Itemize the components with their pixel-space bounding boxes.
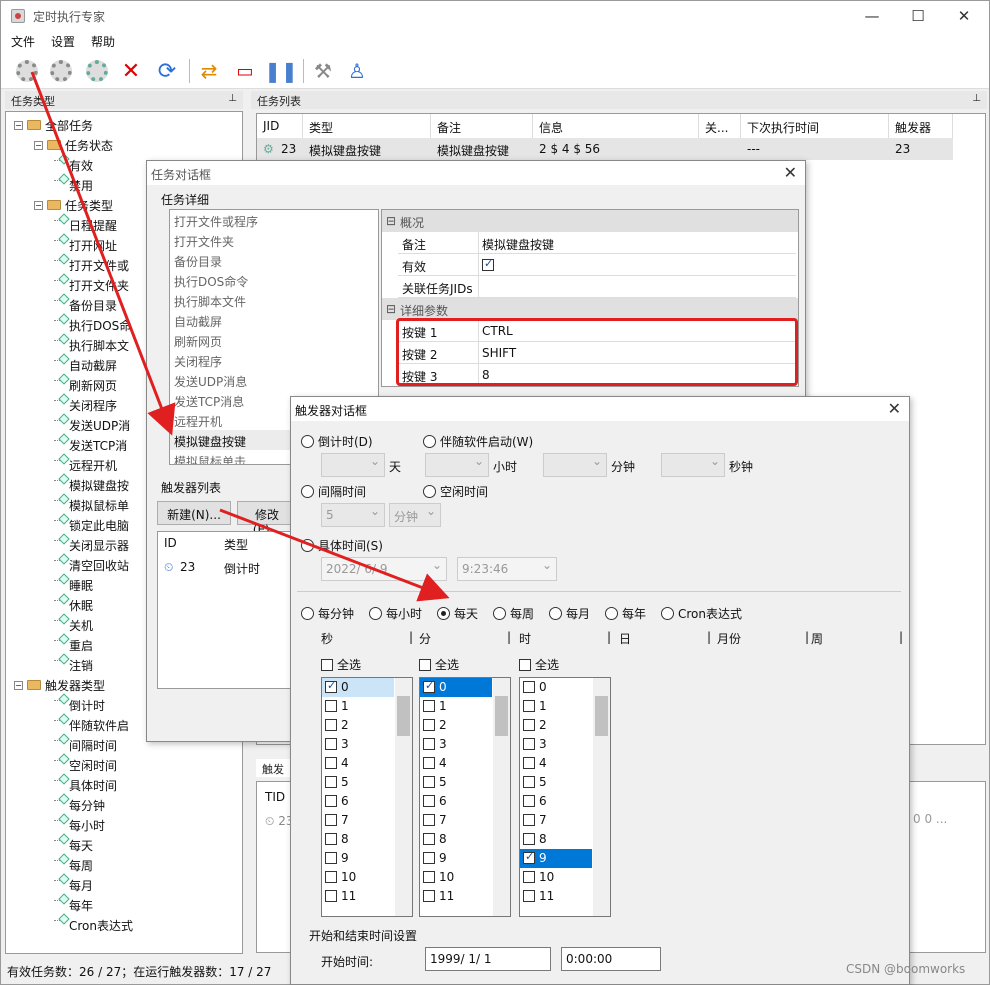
arrow-1 xyxy=(30,71,176,436)
watermark: CSDN @boomworks xyxy=(846,962,966,976)
annotation-arrows xyxy=(30,71,450,602)
arrow-2 xyxy=(219,508,450,602)
